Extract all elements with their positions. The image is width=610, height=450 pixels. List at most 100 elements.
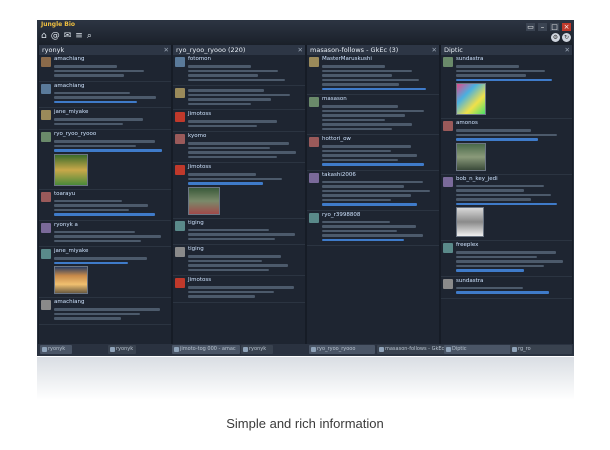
avatar[interactable] (175, 247, 185, 257)
tweet-item[interactable]: Jimotoss (173, 276, 305, 303)
tweet-item[interactable]: amonos (441, 119, 572, 175)
tweet-item[interactable]: kyomo (173, 132, 305, 163)
photo-thumbnail[interactable] (54, 266, 88, 294)
username[interactable]: hottori_ow (322, 136, 437, 143)
username[interactable]: tiging (188, 246, 303, 253)
tweet-item[interactable]: Jimotoss (173, 163, 305, 219)
tweet-item[interactable]: ryo_ryoo_ryooo (39, 130, 171, 190)
photo-thumbnail[interactable] (188, 186, 220, 215)
tweet-item[interactable]: sundastra (441, 55, 572, 119)
avatar[interactable] (175, 57, 185, 67)
column-header[interactable]: ryo_ryoo_ryooo (220) ✕ (173, 45, 305, 55)
username[interactable]: masason (322, 96, 437, 103)
close-column-icon[interactable]: ✕ (565, 45, 570, 55)
tweet-item[interactable]: bob_n_key_jedi (441, 175, 572, 241)
tweet-item[interactable]: amachiang (39, 82, 171, 108)
column-header[interactable]: masason-follows - GkEc (3) ✕ (307, 45, 439, 55)
avatar[interactable] (41, 83, 51, 94)
username[interactable]: Jimotoss (188, 111, 303, 118)
close-column-icon[interactable]: ✕ (164, 45, 169, 55)
avatar[interactable] (41, 300, 51, 310)
avatar[interactable] (41, 222, 51, 233)
username[interactable]: jane_miyake (54, 109, 169, 116)
status-tab[interactable]: ryonyk (241, 345, 273, 354)
avatar[interactable] (309, 212, 319, 223)
username[interactable]: bob_n_key_jedi (456, 176, 570, 183)
restore-button[interactable]: ▭ (526, 23, 535, 31)
username[interactable]: amachiang (54, 299, 169, 306)
tweet-item[interactable]: tiging (173, 245, 305, 276)
tweet-item[interactable]: masason (307, 95, 439, 135)
tweet-item[interactable]: jane_miyake (39, 247, 171, 298)
tweet-item[interactable] (173, 86, 305, 110)
avatar[interactable] (309, 97, 319, 107)
status-tab[interactable]: ryo_ryoo_ryooo (309, 345, 375, 354)
maximize-button[interactable]: □ (550, 23, 559, 31)
tweet-item[interactable]: ryo_r3998808 (307, 211, 439, 246)
column-diptic[interactable]: Diptic ✕ sundastra amonos bob_n_key_jedi free… (441, 45, 572, 346)
close-column-icon[interactable]: ✕ (298, 45, 303, 55)
tweet-item[interactable]: fotomon (173, 55, 305, 86)
username[interactable]: kyomo (188, 133, 303, 140)
tweet-item[interactable]: amachiang (39, 55, 171, 82)
mail-icon[interactable]: ✉ (64, 31, 72, 42)
tweet-item[interactable]: tiging (173, 219, 305, 245)
minimize-button[interactable]: – (538, 23, 547, 31)
username[interactable]: Jimotoss (188, 164, 303, 171)
column-masason-follows[interactable]: masason-follows - GkEc (3) ✕ MasterMarusku… (307, 45, 439, 346)
avatar[interactable] (41, 110, 51, 120)
avatar[interactable] (443, 57, 453, 67)
status-tab[interactable]: ryonyk (108, 345, 136, 354)
avatar[interactable] (309, 137, 319, 147)
list-icon[interactable]: ≡ (75, 31, 83, 42)
username[interactable]: toarayu (54, 191, 169, 198)
username[interactable]: amonos (456, 120, 570, 127)
column-ryo-ryoo-ryooo[interactable]: ryo_ryoo_ryooo (220) ✕ fotomon Jimotoss kyom… (173, 45, 305, 346)
photo-thumbnail[interactable] (456, 83, 486, 115)
close-button[interactable]: × (562, 23, 571, 31)
avatar[interactable] (443, 176, 453, 187)
tweet-item[interactable]: toarayu (39, 190, 171, 221)
tweet-item[interactable]: hottori_ow (307, 135, 439, 171)
avatar[interactable] (41, 191, 51, 202)
avatar[interactable] (443, 278, 453, 289)
username[interactable]: tiging (188, 220, 303, 227)
username[interactable]: fotomon (188, 56, 303, 63)
username[interactable]: MasterMaruskushi (322, 56, 437, 63)
username[interactable]: sundastra (456, 278, 570, 285)
username[interactable]: ryo_ryoo_ryooo (54, 131, 169, 138)
avatar[interactable] (41, 132, 51, 142)
username[interactable]: ryonyk a (54, 222, 169, 229)
tweet-item[interactable]: jane_miyake (39, 108, 171, 130)
username[interactable]: amachiang (54, 56, 169, 63)
username[interactable]: freeplex (456, 242, 570, 249)
avatar[interactable] (175, 88, 185, 98)
username[interactable]: Jimotoss (188, 277, 303, 284)
refresh-icon[interactable]: ↻ (562, 33, 571, 42)
tweet-item[interactable]: takashi2006 (307, 171, 439, 211)
avatar[interactable] (443, 243, 453, 253)
home-icon[interactable]: ⌂ (41, 31, 47, 42)
tweet-item[interactable]: amachiang (39, 298, 171, 325)
tweet-item[interactable]: ryonyk a (39, 221, 171, 247)
column-header[interactable]: Diptic ✕ (441, 45, 572, 55)
at-icon[interactable]: @ (51, 31, 60, 42)
avatar[interactable] (309, 57, 319, 67)
username[interactable]: sundastra (456, 56, 570, 63)
avatar[interactable] (175, 134, 185, 144)
username[interactable]: ryo_r3998808 (322, 212, 437, 219)
username[interactable]: takashi2006 (322, 172, 437, 179)
avatar[interactable] (41, 249, 51, 259)
avatar[interactable] (175, 220, 185, 231)
avatar[interactable] (309, 172, 319, 183)
photo-thumbnail[interactable] (54, 153, 88, 186)
column-header[interactable]: ryonyk ✕ (39, 45, 171, 55)
search-icon[interactable]: ⌕ (87, 31, 92, 42)
status-tab[interactable]: rg_ro (510, 345, 572, 354)
avatar[interactable] (175, 278, 185, 288)
username[interactable]: amachiang (54, 83, 169, 90)
settings-icon[interactable]: ⚙ (551, 33, 560, 42)
tweet-item[interactable]: MasterMaruskushi (307, 55, 439, 95)
avatar[interactable] (443, 121, 453, 131)
tweet-item[interactable]: Jimotoss (173, 110, 305, 132)
